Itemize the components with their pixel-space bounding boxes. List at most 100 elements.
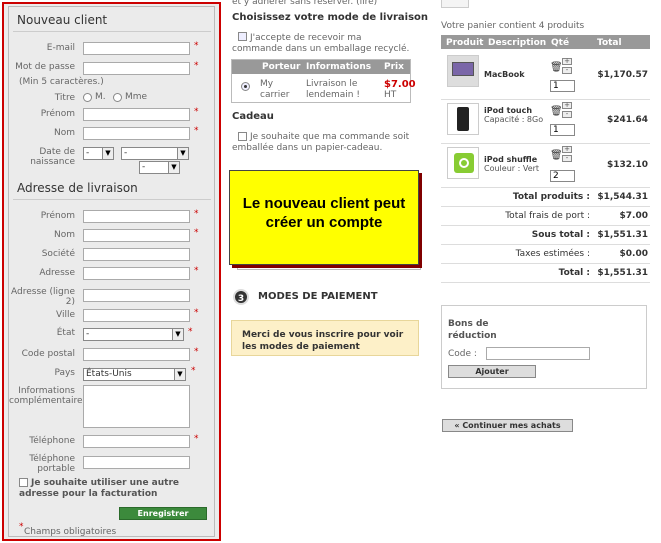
qty-plus-button[interactable]: + xyxy=(562,102,572,109)
ipod-shuffle-image[interactable] xyxy=(447,147,479,179)
total-label: Taxes estimées : xyxy=(515,249,590,259)
total-row: Total : $1,551.31 xyxy=(441,264,650,283)
total-value: $0.00 xyxy=(619,249,648,259)
state-select[interactable]: - ▼ xyxy=(83,328,184,341)
new-client-form: Nouveau client E-mail * Mot de passe * (… xyxy=(8,6,215,537)
country-label: Pays xyxy=(54,368,75,378)
password-input[interactable] xyxy=(83,62,190,75)
voucher-box: Bons de réduction Code : Ajouter xyxy=(441,305,647,389)
addr-firstname-label: Prénom xyxy=(40,211,75,221)
row-total: $132.10 xyxy=(607,160,648,170)
new-client-panel: Nouveau client E-mail * Mot de passe * (… xyxy=(2,2,221,541)
total-row: Total produits : $1,544.31 xyxy=(441,188,650,207)
required-star: * xyxy=(194,347,199,357)
description-header: Description xyxy=(488,38,547,48)
mrs-radio[interactable] xyxy=(113,93,122,102)
required-star: * xyxy=(188,327,193,337)
birth-month-select[interactable]: - ▼ xyxy=(121,147,189,160)
gift-label: Je souhaite que ma commande soit emballé… xyxy=(232,132,410,153)
qty-minus-button[interactable]: - xyxy=(562,67,572,74)
required-star: * xyxy=(194,209,199,219)
product-desc: Capacité : 8Go xyxy=(484,115,544,124)
product-name[interactable]: iPod shuffle xyxy=(484,155,537,164)
ipod-touch-image[interactable] xyxy=(447,103,479,135)
qty-input[interactable]: 1 xyxy=(550,80,575,92)
qty-minus-button[interactable]: - xyxy=(562,155,572,162)
addr-lastname-input[interactable] xyxy=(83,229,190,242)
step-number-badge: 3 xyxy=(233,289,249,305)
gift-title: Cadeau xyxy=(232,111,274,122)
country-select[interactable]: États-Unis ▼ xyxy=(83,368,186,381)
lastname-label: Nom xyxy=(53,128,75,138)
company-label: Société xyxy=(41,249,75,259)
qty-plus-button[interactable]: + xyxy=(562,58,572,65)
continue-shopping-button[interactable]: « Continuer mes achats xyxy=(442,419,573,432)
product-name[interactable]: iPod touch xyxy=(484,106,532,115)
addr-lastname-label: Nom xyxy=(53,230,75,240)
required-star: * xyxy=(194,266,199,276)
product-name[interactable]: MacBook xyxy=(484,70,525,79)
total-row: Total frais de port : $7.00 xyxy=(441,207,650,226)
firstname-input[interactable] xyxy=(83,108,190,121)
qty-plus-button[interactable]: + xyxy=(562,146,572,153)
mobile-input[interactable] xyxy=(83,456,190,469)
password-hint: (Min 5 caractères.) xyxy=(19,77,104,87)
firstname-label: Prénom xyxy=(40,109,75,119)
trash-icon[interactable]: 🗑 xyxy=(550,150,563,161)
info-textarea[interactable] xyxy=(83,385,190,428)
price-header: Prix xyxy=(384,62,404,72)
payment-title: MODES DE PAIEMENT xyxy=(258,291,378,302)
divider xyxy=(13,31,211,32)
company-input[interactable] xyxy=(83,248,190,261)
player-wheel-icon xyxy=(459,158,469,168)
mr-label: M. xyxy=(95,92,106,102)
address2-input[interactable] xyxy=(83,289,190,302)
total-header: Total xyxy=(597,38,622,48)
trash-icon[interactable]: 🗑 xyxy=(550,106,563,117)
total-label: Total produits : xyxy=(512,192,590,202)
total-label: Total : xyxy=(558,268,590,278)
table-row: iPod shuffle Couleur : Vert 🗑 + - 2 $132… xyxy=(441,144,650,188)
city-input[interactable] xyxy=(83,309,190,322)
voucher-code-input[interactable] xyxy=(486,347,590,360)
birth-year-select[interactable]: - ▼ xyxy=(139,161,180,174)
table-row: MacBook 🗑 + - 1 $1,170.57 xyxy=(441,50,650,100)
required-star: * xyxy=(194,434,199,444)
recycle-label: J'accepte de recevoir ma commande dans u… xyxy=(232,33,410,54)
phone-label: Téléphone xyxy=(29,436,75,446)
trash-icon[interactable]: 🗑 xyxy=(550,62,563,73)
register-button[interactable]: Enregistrer xyxy=(119,507,207,520)
email-input[interactable] xyxy=(83,42,190,55)
qty-minus-button[interactable]: - xyxy=(562,111,572,118)
mr-radio[interactable] xyxy=(83,93,92,102)
phone-icon xyxy=(457,107,469,131)
product-header: Produit xyxy=(446,38,484,48)
address-label: Adresse xyxy=(39,268,75,278)
qty-input[interactable]: 2 xyxy=(550,170,575,182)
voucher-title: Bons de réduction xyxy=(448,319,497,341)
chevron-down-icon: ▼ xyxy=(174,369,185,380)
addr-firstname-input[interactable] xyxy=(83,210,190,223)
lastname-input[interactable] xyxy=(83,127,190,140)
carrier-price: $7.00 xyxy=(384,79,416,90)
password-label: Mot de passe xyxy=(15,62,75,72)
address-input[interactable] xyxy=(83,267,190,280)
cart-summary: Votre panier contient 4 produits xyxy=(441,21,585,31)
required-star: * xyxy=(194,107,199,117)
required-star: * xyxy=(19,522,24,532)
voucher-code-label: Code : xyxy=(448,349,477,359)
radio-selected-dot xyxy=(244,85,247,88)
add-voucher-button[interactable]: Ajouter xyxy=(448,365,536,378)
qty-input[interactable]: 1 xyxy=(550,124,575,136)
table-row: iPod touch Capacité : 8Go 🗑 + - 1 $241.6… xyxy=(441,100,650,144)
required-note: Champs obligatoires xyxy=(24,527,117,537)
callout-annotation: Le nouveau client peut créer un compte xyxy=(229,170,419,265)
email-label: E-mail xyxy=(46,43,75,53)
phone-input[interactable] xyxy=(83,435,190,448)
payment-notice: Merci de vous inscrire pour voir les mod… xyxy=(231,320,419,356)
birth-day-value: - xyxy=(86,148,90,158)
macbook-image[interactable] xyxy=(447,55,479,87)
zip-input[interactable] xyxy=(83,348,190,361)
birth-day-select[interactable]: - ▼ xyxy=(83,147,114,160)
new-client-title: Nouveau client xyxy=(17,13,108,27)
